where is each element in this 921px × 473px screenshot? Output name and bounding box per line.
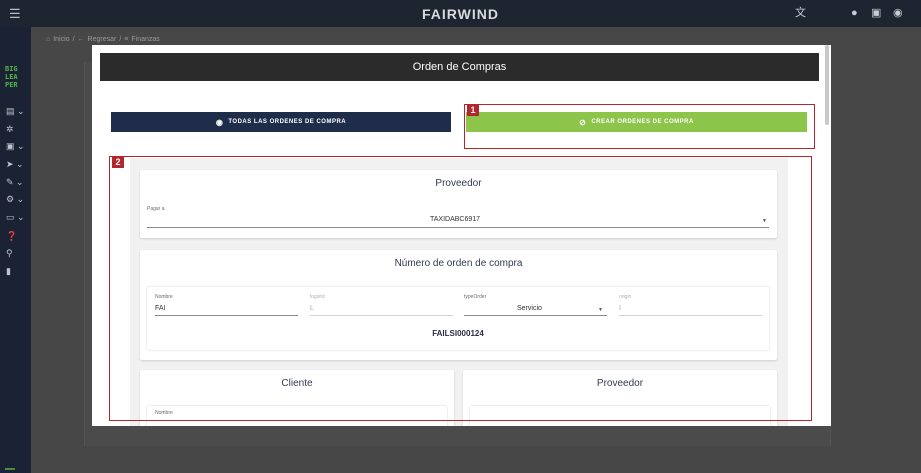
back-arrow-icon: ←: [77, 36, 85, 43]
sidebar-item-image-icon[interactable]: ▣ ⌄: [6, 141, 25, 151]
top-app-bar: ☰ FAIRWIND 文 ● ▣ ◉: [0, 0, 921, 27]
sidebar-item-book-icon[interactable]: ▮: [6, 266, 11, 276]
annotation-label-2: 2: [112, 157, 124, 168]
chat-icon[interactable]: ▣: [871, 6, 881, 20]
annotation-box-1: [464, 104, 815, 149]
home-icon: ⌂: [46, 36, 51, 43]
sidebar-item-search-icon[interactable]: ⚲: [6, 248, 13, 258]
sidebar-item-monitor-icon[interactable]: ▭ ⌄: [6, 212, 25, 222]
modal-title: Orden de Compras: [100, 53, 819, 81]
breadcrumb: ⌂ Inicio / ← Regresar / ≡ Finanzas: [46, 36, 160, 43]
sidebar-item-tools-icon[interactable]: ✎ ⌄: [6, 177, 24, 187]
breadcrumb-back[interactable]: Regresar: [88, 36, 117, 43]
finance-icon: ≡: [124, 36, 129, 43]
account-icon[interactable]: ◉: [893, 6, 903, 20]
app-brand: FAIRWIND: [422, 6, 499, 22]
sidebar-item-help-icon[interactable]: ❓: [6, 231, 17, 241]
annotation-box-2: [109, 156, 812, 421]
sidebar-item-documents-icon[interactable]: ▤ ⌄: [6, 106, 25, 116]
all-purchase-orders-button[interactable]: ◉ TODAS LAS ORDENES DE COMPRA: [111, 112, 451, 132]
sidebar-item-transport-icon[interactable]: ➤ ⌄: [6, 159, 24, 169]
modal-scrollbar[interactable]: [825, 45, 829, 125]
sidebar-item-settings-icon[interactable]: ⚙ ⌄: [6, 194, 24, 204]
purchase-order-modal: Orden de Compras ◉ TODAS LAS ORDENES DE …: [92, 45, 831, 426]
annotation-label-1: 1: [467, 105, 479, 116]
breadcrumb-section[interactable]: Finanzas: [131, 36, 159, 43]
breadcrumb-home[interactable]: Inicio: [53, 36, 69, 43]
sidebar: BIG LEA PER ▤ ⌄ ✲ ▣ ⌄ ➤ ⌄ ✎ ⌄ ⚙ ⌄ ▭ ⌄ ❓ …: [0, 27, 31, 473]
bell-icon[interactable]: ●: [851, 6, 858, 20]
translate-icon[interactable]: 文: [795, 6, 806, 20]
sidebar-logo: BIG LEA PER: [5, 65, 18, 89]
sidebar-bottom-indicator: [5, 468, 15, 470]
sidebar-item-tag-icon[interactable]: ✲: [6, 124, 14, 134]
eye-icon: ◉: [215, 117, 224, 127]
